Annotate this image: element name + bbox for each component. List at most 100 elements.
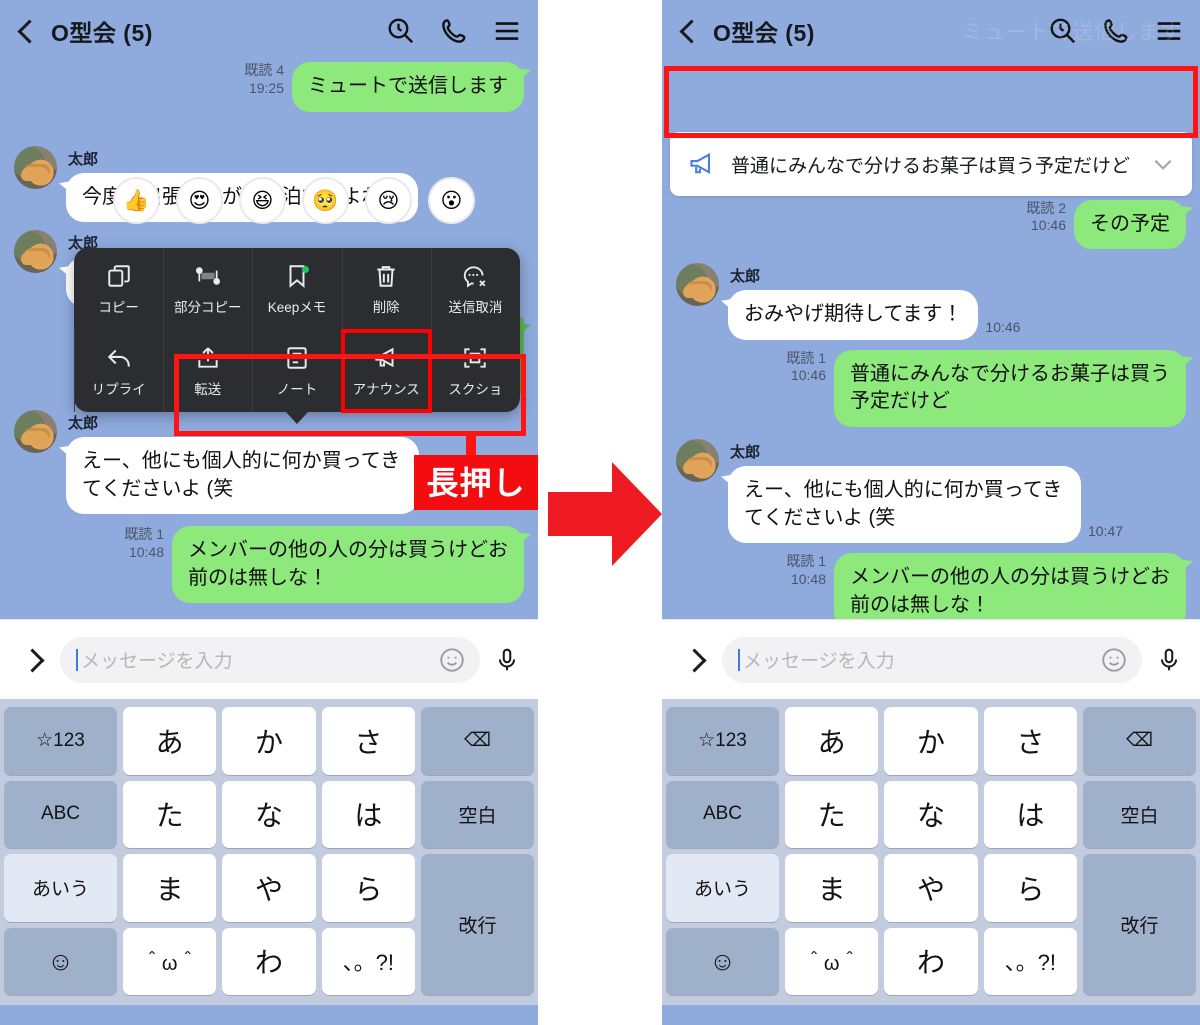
key-emoji[interactable]: ☺ — [4, 927, 117, 995]
message-bubble[interactable]: えー、他にも個人的に何か買ってきてくださいよ (笑 — [66, 436, 419, 515]
menu-item-unsend[interactable]: 送信取消 — [431, 248, 520, 330]
message-bubble[interactable]: メンバーの他の人の分は買うけどお前のは無しな！ — [172, 526, 524, 604]
key-sa[interactable]: さ — [321, 707, 415, 775]
reaction-sticker-row[interactable]: 👍 😍 😆 🥺 😢 😮 — [113, 177, 475, 224]
menu-item-partial-copy[interactable]: 部分コピー — [163, 248, 252, 330]
menu-item-note[interactable]: ノート — [252, 330, 341, 412]
message-input-field[interactable]: メッセージを入力 — [60, 636, 480, 683]
message-context-menu[interactable]: コピー 部分コピー Keepメモ 削除 送信取消 リプライ 転送 ノート アナウ… — [74, 248, 520, 413]
chat-messages-right[interactable]: 普通にみんなで分けるお菓子は買う予定だけど 今度の出張ですが、一泊ですよね？ 1… — [662, 62, 1200, 619]
key-enter[interactable]: 改行 — [421, 854, 534, 995]
announcement-text: 普通にみんなで分けるお菓子は買う予定だけど — [731, 155, 1131, 177]
right-arrow-icon — [548, 462, 662, 566]
key-sa[interactable]: さ — [983, 707, 1077, 775]
search-icon[interactable] — [386, 16, 416, 46]
timestamp: 10:47 — [1087, 522, 1123, 539]
phone-icon[interactable] — [439, 16, 469, 46]
reaction-pleading-icon[interactable]: 🥺 — [302, 177, 349, 224]
key-ma[interactable]: ま — [123, 854, 217, 922]
reaction-heart-eyes-icon[interactable]: 😍 — [176, 177, 223, 224]
expand-menu-button[interactable] — [682, 645, 708, 675]
key-abc[interactable]: ABC — [4, 780, 117, 848]
key-wa[interactable]: わ — [884, 927, 978, 995]
reaction-cry-icon[interactable]: 😢 — [365, 177, 412, 224]
key-a[interactable]: あ — [785, 707, 879, 775]
smiley-icon[interactable] — [438, 646, 466, 674]
key-kaomoji[interactable]: ＾ω＾ — [123, 927, 217, 995]
menu-item-copy[interactable]: コピー — [74, 248, 163, 330]
key-emoji[interactable]: ☺ — [666, 927, 779, 995]
microphone-icon[interactable] — [1156, 644, 1182, 676]
key-space[interactable]: 空白 — [421, 780, 534, 848]
timestamp: 10:46 — [790, 367, 826, 384]
reaction-thumbsup-icon[interactable]: 👍 — [113, 177, 160, 224]
key-enter[interactable]: 改行 — [1083, 854, 1196, 995]
key-symbols[interactable]: ☆123 — [666, 707, 779, 775]
key-ha[interactable]: は — [321, 780, 415, 848]
avatar[interactable] — [676, 263, 719, 307]
reaction-surprised-icon[interactable]: 😮 — [428, 177, 475, 224]
hamburger-menu-icon[interactable] — [492, 16, 522, 46]
chat-messages-left[interactable]: 既読 4 19:25 ミュートで送信します 太郎 今度の出張ですが、一泊ですよね… — [0, 62, 538, 619]
back-button[interactable] — [676, 14, 706, 48]
message-meta: 既読 1 10:46 — [786, 350, 826, 388]
key-na[interactable]: な — [222, 780, 316, 848]
menu-item-label: Keepメモ — [267, 299, 327, 315]
key-ka[interactable]: か — [884, 707, 978, 775]
key-symbols[interactable]: ☆123 — [4, 707, 117, 775]
message-input-field[interactable]: メッセージを入力 — [722, 636, 1142, 683]
key-ta[interactable]: た — [123, 780, 217, 848]
avatar[interactable] — [14, 230, 57, 274]
back-button[interactable] — [14, 14, 44, 48]
key-wa[interactable]: わ — [222, 927, 316, 995]
message-bubble[interactable]: 普通にみんなで分けるお菓子は買う予定だけど — [834, 349, 1186, 427]
menu-item-screenshot[interactable]: スクショ — [431, 330, 520, 412]
key-abc[interactable]: ABC — [666, 780, 779, 848]
microphone-icon[interactable] — [494, 644, 520, 676]
key-ya[interactable]: や — [222, 854, 316, 922]
key-ra[interactable]: ら — [983, 854, 1077, 922]
chat-header-left: O型会 (5) — [0, 0, 538, 62]
key-ta[interactable]: た — [785, 780, 879, 848]
menu-item-reply[interactable]: リプライ — [74, 330, 163, 412]
message-bubble[interactable]: ミュートで送信します — [292, 62, 524, 112]
key-ma[interactable]: ま — [785, 854, 879, 922]
key-na[interactable]: な — [884, 780, 978, 848]
key-kana[interactable]: あいう — [666, 854, 779, 922]
avatar[interactable] — [14, 409, 57, 453]
key-ka[interactable]: か — [222, 707, 316, 775]
message-meta: 既読 1 10:48 — [124, 526, 164, 564]
key-punctuation[interactable]: 、。?! — [983, 927, 1077, 995]
japanese-keyboard-right[interactable]: ☆123 あ か さ ⌫ ABC た な は 空白 あいう ま や ら 改行 ☺… — [662, 699, 1200, 1005]
key-kaomoji[interactable]: ＾ω＾ — [785, 927, 879, 995]
key-ya[interactable]: や — [884, 854, 978, 922]
menu-item-delete[interactable]: 削除 — [342, 248, 431, 330]
key-backspace[interactable]: ⌫ — [1083, 707, 1196, 775]
smiley-icon[interactable] — [1100, 646, 1128, 674]
menu-item-forward[interactable]: 転送 — [163, 330, 252, 412]
avatar[interactable] — [676, 438, 719, 482]
key-ha[interactable]: は — [983, 780, 1077, 848]
text-caret — [738, 648, 740, 671]
message-bubble[interactable]: メンバーの他の人の分は買うけどお前のは無しな！ — [834, 553, 1186, 619]
reaction-laugh-icon[interactable]: 😆 — [239, 177, 286, 224]
key-backspace[interactable]: ⌫ — [421, 707, 534, 775]
menu-item-keep-memo[interactable]: Keepメモ — [252, 248, 341, 330]
key-a[interactable]: あ — [123, 707, 217, 775]
avatar[interactable] — [14, 145, 57, 189]
key-kana[interactable]: あいう — [4, 854, 117, 922]
message-bubble[interactable]: おみやげ期待してます！ — [728, 290, 979, 340]
message-bubble[interactable]: えー、他にも個人的に何か買ってきてくださいよ (笑 — [728, 465, 1081, 544]
chevron-down-icon[interactable] — [1150, 151, 1176, 177]
key-punctuation[interactable]: 、。?! — [321, 927, 415, 995]
message-row: 既読 1 10:48 メンバーの他の人の分は買うけどお前のは無しな！ — [662, 553, 1200, 619]
expand-menu-button[interactable] — [20, 645, 46, 675]
chat-title: O型会 (5) — [713, 20, 815, 46]
japanese-keyboard-left[interactable]: ☆123 あ か さ ⌫ ABC た な は 空白 あいう ま や ら 改行 ☺… — [0, 699, 538, 1005]
key-ra[interactable]: ら — [321, 854, 415, 922]
announcement-bar[interactable]: 普通にみんなで分けるお菓子は買う予定だけど — [670, 132, 1192, 196]
partial-copy-icon — [195, 266, 220, 285]
key-space[interactable]: 空白 — [1083, 780, 1196, 848]
message-bubble[interactable]: その予定 — [1074, 199, 1186, 250]
menu-item-announce[interactable]: アナウンス — [340, 329, 432, 413]
